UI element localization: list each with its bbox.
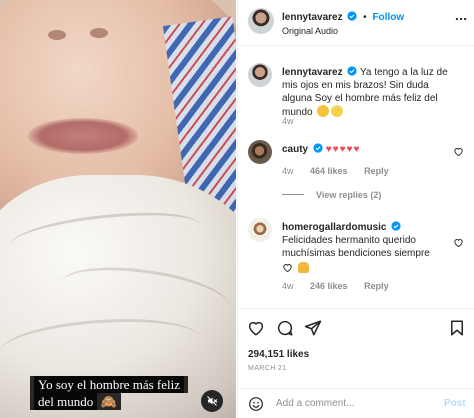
comment-likes[interactable]: 246 likes xyxy=(310,281,348,291)
follow-button[interactable]: Follow xyxy=(372,12,404,23)
heart-emoji-icon xyxy=(283,264,292,273)
pray-emoji-icon xyxy=(297,262,309,273)
comments-list: lennytavarez Ya tengo a la luz de mis oj… xyxy=(238,47,474,307)
post-panel: lennytavarez • Follow Original Audio len… xyxy=(237,0,474,418)
comment-username[interactable]: homerogallardomusic xyxy=(282,222,386,233)
comment-input[interactable]: Add a comment... xyxy=(276,398,354,409)
replies-line xyxy=(282,194,304,195)
post-date: MARCH 21 xyxy=(248,365,287,372)
more-options-icon[interactable] xyxy=(454,12,468,26)
emoji-monkey-icon xyxy=(317,105,330,117)
avatar[interactable] xyxy=(248,8,274,34)
author-username-row: lennytavarez • Follow xyxy=(282,11,404,23)
likes-count[interactable]: 294,151 likes xyxy=(248,349,309,360)
caption-username[interactable]: lennytavarez xyxy=(282,67,343,78)
comment-body: Felicidades hermanito querido muchísimas… xyxy=(282,235,430,259)
verified-badge-icon xyxy=(391,221,401,231)
reply-button[interactable]: Reply xyxy=(364,166,389,176)
view-replies-button[interactable]: View replies (2) xyxy=(282,190,381,200)
post-header: lennytavarez • Follow Original Audio xyxy=(238,0,474,46)
comment-time: 4w xyxy=(282,281,294,291)
verified-badge-icon xyxy=(347,11,357,21)
comment-body: ♥♥♥♥♥ xyxy=(325,144,361,155)
avatar[interactable] xyxy=(248,218,272,242)
comment-meta: 4w 464 likes Reply xyxy=(282,166,403,176)
verified-badge-icon xyxy=(313,143,323,153)
comment-text: cauty ♥♥♥♥♥ xyxy=(282,143,454,156)
comment-likes[interactable]: 464 likes xyxy=(310,166,348,176)
verified-badge-icon xyxy=(347,66,357,76)
caption-text: lennytavarez Ya tengo a la luz de mis oj… xyxy=(282,66,454,119)
mute-button[interactable] xyxy=(201,390,223,412)
post-button[interactable]: Post xyxy=(444,398,466,409)
speaker-muted-icon xyxy=(207,396,218,406)
avatar[interactable] xyxy=(248,63,272,87)
video-caption-overlay: Yo soy el hombre más feliz del mundo 🙈 xyxy=(30,376,190,410)
comment-text: homerogallardomusic Felicidades hermanit… xyxy=(282,221,454,276)
comment-meta: 4w 246 likes Reply xyxy=(282,281,403,291)
avatar[interactable] xyxy=(248,140,272,164)
share-icon[interactable] xyxy=(304,319,322,337)
emoji-picker-icon[interactable] xyxy=(248,396,264,412)
audio-label[interactable]: Original Audio xyxy=(282,26,338,36)
heart-icon[interactable] xyxy=(247,319,265,337)
bookmark-icon[interactable] xyxy=(448,319,466,337)
post-actions: 294,151 likes MARCH 21 xyxy=(238,308,474,398)
reply-button[interactable]: Reply xyxy=(364,281,389,291)
comment-like-icon[interactable] xyxy=(453,237,464,248)
comment-like-icon[interactable] xyxy=(453,146,464,157)
emoji-angel-icon xyxy=(331,105,344,117)
author-username[interactable]: lennytavarez xyxy=(282,12,343,23)
comment-icon[interactable] xyxy=(276,319,294,337)
caption-time: 4w xyxy=(282,116,294,126)
comment-username[interactable]: cauty xyxy=(282,144,308,155)
post-video[interactable]: Yo soy el hombre más feliz del mundo 🙈 xyxy=(0,0,236,418)
separator-dot: • xyxy=(363,12,367,23)
comment-time: 4w xyxy=(282,166,294,176)
comment-composer: Add a comment... Post xyxy=(238,388,474,418)
